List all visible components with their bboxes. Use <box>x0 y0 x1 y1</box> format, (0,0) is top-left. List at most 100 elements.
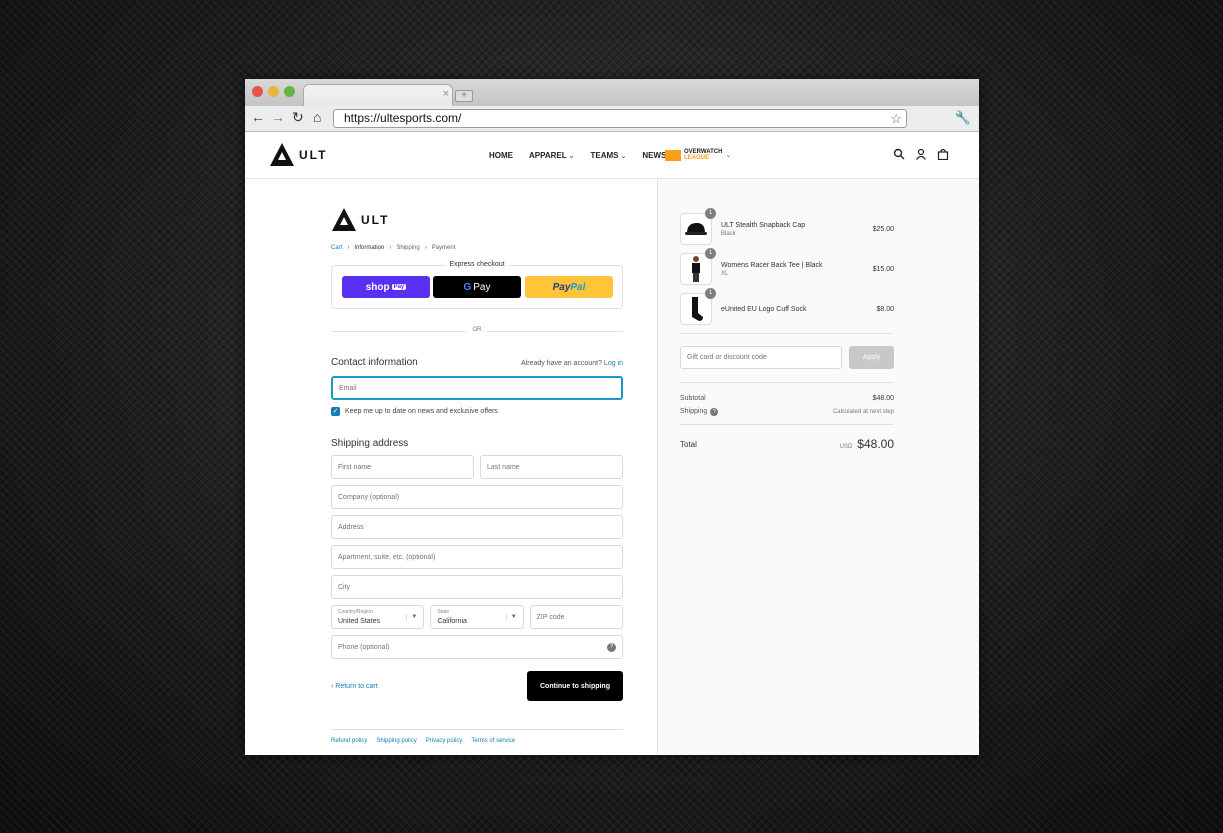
state-select[interactable]: State California ▼ <box>430 605 524 629</box>
city-field[interactable]: City <box>331 575 623 599</box>
shipping-policy-link[interactable]: Shipping policy <box>376 738 416 744</box>
chevron-down-icon: ▼ <box>406 614 417 620</box>
home-icon[interactable]: ⌂ <box>313 109 321 125</box>
chevron-down-icon: ⌄ <box>568 153 575 160</box>
minimize-window-button[interactable] <box>268 86 279 97</box>
logo-text: ULT <box>299 148 328 162</box>
nav-teams-label: TEAMS <box>590 151 619 160</box>
account-prompt: Already have an account? Log in <box>521 360 623 367</box>
subtotal-row: Subtotal $48.00 <box>680 395 894 402</box>
company-field[interactable]: Company (optional) <box>331 485 623 509</box>
ult-logo-icon <box>270 143 294 166</box>
newsletter-label: Keep me up to date on news and exclusive… <box>345 408 498 415</box>
apartment-placeholder: Apartment, suite, etc. (optional) <box>338 553 436 561</box>
return-to-cart-link[interactable]: ‹ Return to cart <box>331 683 378 690</box>
item-name: Womens Racer Back Tee | Black <box>721 261 823 269</box>
nav-news[interactable]: NEWS <box>642 151 666 160</box>
zoom-window-button[interactable] <box>284 86 295 97</box>
chevron-down-icon: ⌄ <box>620 153 627 160</box>
window-controls <box>252 86 295 97</box>
nav-home[interactable]: HOME <box>489 151 513 160</box>
newsletter-checkbox[interactable]: ✓ <box>331 407 340 416</box>
shipping-row: Shipping? Calculated at next step <box>680 408 894 416</box>
country-value: United States <box>338 618 381 625</box>
subtotal-value: $48.00 <box>872 395 894 402</box>
express-checkout-label: Express checkout <box>445 261 509 268</box>
bookmark-star-icon[interactable]: ☆ <box>890 110 902 127</box>
checkout-logo[interactable]: ULT <box>331 207 623 233</box>
last-name-field[interactable]: Last name <box>480 455 623 479</box>
reload-icon[interactable]: ↻ <box>292 109 304 126</box>
email-field[interactable]: Email <box>331 376 623 400</box>
nav-apparel[interactable]: APPAREL ⌄ <box>529 151 575 160</box>
checkout-form: ULT Cart › Information › Shipping › Paym… <box>331 207 623 744</box>
nav-teams[interactable]: TEAMS ⌄ <box>591 151 627 160</box>
help-icon[interactable]: ? <box>607 643 616 652</box>
shipping-address-form: First name Last name Company (optional) … <box>331 455 623 659</box>
apartment-field[interactable]: Apartment, suite, etc. (optional) <box>331 545 623 569</box>
item-info: ULT Stealth Snapback Cap Black <box>721 222 873 237</box>
state-value: California <box>437 618 467 625</box>
have-account-text: Already have an account? <box>521 360 602 367</box>
overwatch-league-logo-icon <box>665 149 681 161</box>
address-placeholder: Address <box>338 523 364 531</box>
form-actions: ‹ Return to cart Continue to shipping <box>331 671 623 701</box>
item-name: eUnited EU Logo Cuff Sock <box>721 305 807 313</box>
shipping-label-wrap: Shipping? <box>680 408 719 416</box>
browser-tab[interactable]: × <box>303 84 453 106</box>
help-icon[interactable]: ? <box>710 408 719 416</box>
login-link[interactable]: Log in <box>604 360 623 367</box>
product-image: 1 <box>680 248 716 285</box>
tee-model-icon <box>692 256 700 282</box>
browser-window: × + ← → ↻ ⌂ https://ultesports.com/ ☆ 🔧 … <box>245 79 979 755</box>
zip-field[interactable]: ZIP code <box>529 605 623 629</box>
nav-overwatch-league[interactable]: OVERWATCH LEAGUE ⌄ <box>665 149 731 161</box>
total-value: $48.00 <box>857 437 894 451</box>
discount-code-field[interactable]: Gift card or discount code <box>680 346 842 369</box>
close-tab-icon[interactable]: × <box>443 88 449 100</box>
new-tab-button[interactable]: + <box>455 90 473 102</box>
name-row: First name Last name <box>331 455 623 479</box>
first-name-field[interactable]: First name <box>331 455 474 479</box>
back-arrow-icon[interactable]: ← <box>251 109 265 125</box>
cart-items: 1 ULT Stealth Snapback Cap Black $25.00 … <box>680 208 894 451</box>
shop-pay-button[interactable]: shop Pay <box>342 276 430 298</box>
site-header: ULT HOME APPAREL ⌄ TEAMS ⌄ NEWS OVERWATCH … <box>245 132 979 179</box>
contact-title: Contact information <box>331 357 418 368</box>
chevron-down-icon: ▼ <box>505 614 517 620</box>
tab-bar: × + <box>245 79 979 106</box>
or-text: OR <box>466 327 488 333</box>
terms-of-service-link[interactable]: Terms of service <box>471 738 515 744</box>
wrench-icon[interactable]: 🔧 <box>955 110 971 126</box>
address-bar[interactable]: https://ultesports.com/ ☆ <box>333 109 907 128</box>
paypal-button[interactable]: Pay Pal <box>525 276 613 298</box>
list-item: 1 Womens Racer Back Tee | Black XL $15.0… <box>680 248 894 285</box>
item-price: $25.00 <box>872 225 894 233</box>
close-window-button[interactable] <box>252 86 263 97</box>
owl-line2: LEAGUE <box>684 155 710 161</box>
address-field[interactable]: Address <box>331 515 623 539</box>
continue-to-shipping-button[interactable]: Continue to shipping <box>527 671 623 701</box>
cart-bag-icon[interactable] <box>937 148 949 160</box>
apply-discount-button[interactable]: Apply <box>849 346 894 369</box>
list-item: 1 ULT Stealth Snapback Cap Black $25.00 <box>680 208 894 245</box>
breadcrumb-cart[interactable]: Cart <box>331 245 342 251</box>
refund-policy-link[interactable]: Refund policy <box>331 738 367 744</box>
zip-placeholder: ZIP code <box>536 613 565 621</box>
search-icon[interactable] <box>893 148 905 160</box>
forward-arrow-icon[interactable]: → <box>271 109 285 125</box>
country-select[interactable]: Country/Region United States ▼ <box>331 605 425 629</box>
account-icon[interactable] <box>915 148 927 160</box>
newsletter-option[interactable]: ✓ Keep me up to date on news and exclusi… <box>331 407 623 416</box>
phone-field[interactable]: Phone (optional) ? <box>331 635 623 659</box>
breadcrumb-payment: Payment <box>431 245 456 251</box>
discount-section: Gift card or discount code Apply <box>680 333 894 369</box>
nav-apparel-label: APPAREL <box>529 151 567 160</box>
google-pay-button[interactable]: G Pay <box>433 276 521 298</box>
contact-header: Contact information Already have an acco… <box>331 357 623 368</box>
sock-icon <box>692 297 703 321</box>
site-logo[interactable]: ULT <box>269 142 327 168</box>
express-checkout: Express checkout shop Pay G Pay Pay Pal <box>331 261 623 309</box>
privacy-policy-link[interactable]: Privacy policy <box>426 738 463 744</box>
item-price: $15.00 <box>872 265 894 273</box>
